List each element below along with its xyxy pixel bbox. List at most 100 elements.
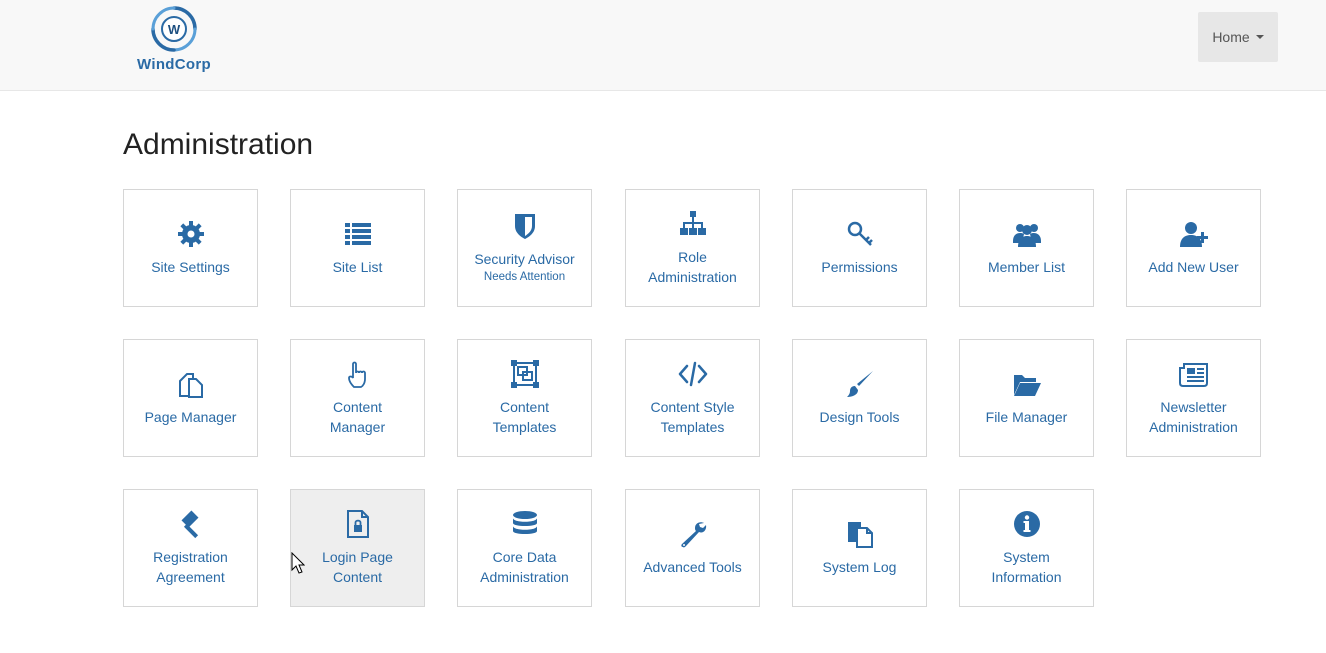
tile-system-log[interactable]: System Log [792,489,927,607]
tile-label-line: Content [332,569,383,585]
tile-label-line: Administration [648,269,737,285]
gavel-icon [176,509,206,539]
tile-site-list[interactable]: Site List [290,189,425,307]
key-icon [845,219,875,249]
windcorp-logo[interactable]: W WindCorp [124,4,224,78]
tile-login-page-content[interactable]: Login Page Content [290,489,425,607]
tile-newsletter-administration[interactable]: Newsletter Administration [1126,339,1261,457]
tile-label-line: Security Advisor [474,251,575,267]
tile-advanced-tools[interactable]: Advanced Tools [625,489,760,607]
tile-member-list[interactable]: Member List [959,189,1094,307]
tile-add-new-user[interactable]: Add New User [1126,189,1261,307]
sitemap-icon [678,209,708,239]
tile-label: Design Tools [797,407,922,427]
tile-system-information[interactable]: System Information [959,489,1094,607]
users-icon [1012,219,1042,249]
tile-label-line: Role [678,249,707,265]
tile-label: Registration Agreement [128,547,253,587]
tile-label: Role Administration [630,247,755,287]
tile-label-line: Content [332,399,383,415]
page-title: Administration [123,128,314,161]
mouse-cursor-icon [291,552,305,574]
tile-label: Security Advisor [462,249,587,269]
tile-label-line: Templates [492,419,557,435]
wind-swirl-logo-icon: W [151,6,197,52]
tile-label: Site Settings [128,257,253,277]
tile-label-line: System [1003,549,1050,565]
tile-page-manager[interactable]: Page Manager [123,339,258,457]
tile-content-manager[interactable]: Content Manager [290,339,425,457]
tile-label: File Manager [964,407,1089,427]
tile-label-line: Administration [1149,419,1238,435]
tile-status-note: Needs Attention [483,271,566,283]
home-dropdown-button[interactable]: Home [1198,12,1278,62]
tile-label: Newsletter Administration [1131,397,1256,437]
tile-label-line: Page Manager [144,409,237,425]
tile-label-line: Add New User [1148,259,1239,275]
tile-label-line: Registration [153,549,228,565]
tile-label-line: Information [991,569,1062,585]
tile-security-advisor[interactable]: Security Advisor Needs Attention [457,189,592,307]
tile-label: Page Manager [128,407,253,427]
database-icon [510,509,540,539]
tile-label-line: Manager [329,419,386,435]
tile-label: Add New User [1131,257,1256,277]
paintbrush-icon [845,369,875,399]
tile-label-line: File Manager [985,409,1068,425]
tile-label-line: Site List [332,259,383,275]
tile-label: Content Style Templates [630,397,755,437]
tile-label-line: Advanced Tools [643,559,742,575]
tile-design-tools[interactable]: Design Tools [792,339,927,457]
home-label: Home [1212,29,1250,45]
tile-role-administration[interactable]: Role Administration [625,189,760,307]
newspaper-icon [1178,359,1209,389]
tile-permissions[interactable]: Permissions [792,189,927,307]
tile-label-line: Templates [660,419,725,435]
locked-file-icon [343,509,373,539]
code-icon [678,359,708,389]
info-circle-icon [1012,509,1042,539]
hand-pointer-icon [343,359,373,389]
tile-label: Site List [295,257,420,277]
tile-label-line: Content [499,399,550,415]
tile-label: Content Manager [295,397,420,437]
pages-icon [176,369,206,399]
folder-open-icon [1012,369,1042,399]
caret-down-icon [1255,35,1264,39]
tile-label-line: Site Settings [151,259,230,275]
tile-label: System Log [797,557,922,577]
tile-label-line: Design Tools [819,409,900,425]
tile-label-line: Permissions [821,259,898,275]
tile-label-line: Login Page [322,549,393,565]
tile-label-line: Member List [987,259,1066,275]
user-plus-icon [1179,219,1209,249]
wrench-icon [678,519,708,549]
gear-icon [176,219,206,249]
tile-label-line: Core Data [492,549,557,565]
brand-name: WindCorp [137,56,211,73]
tile-label: Permissions [797,257,922,277]
tile-registration-agreement[interactable]: Registration Agreement [123,489,258,607]
tile-content-style-templates[interactable]: Content Style Templates [625,339,760,457]
tile-label: Core Data Administration [462,547,587,587]
tile-label: Login Page Content [295,547,420,587]
log-file-icon [845,519,875,549]
tile-label: Content Templates [462,397,587,437]
tile-site-settings[interactable]: Site Settings [123,189,258,307]
tile-file-manager[interactable]: File Manager [959,339,1094,457]
tile-content-templates[interactable]: Content Templates [457,339,592,457]
logo-letter: W [168,22,181,37]
shield-icon [510,211,540,241]
tile-label-line: System Log [822,559,897,575]
tile-label: Advanced Tools [630,557,755,577]
tile-core-data-administration[interactable]: Core Data Administration [457,489,592,607]
tile-label-line: Content Style [650,399,735,415]
tile-label: Member List [964,257,1089,277]
top-navbar: W WindCorp Home [0,0,1326,91]
list-icon [343,219,373,249]
tile-label-line: Agreement [156,569,225,585]
template-icon [510,359,540,389]
tile-label-line: Newsletter [1160,399,1227,415]
tile-label-line: Administration [480,569,569,585]
tile-label: System Information [964,547,1089,587]
